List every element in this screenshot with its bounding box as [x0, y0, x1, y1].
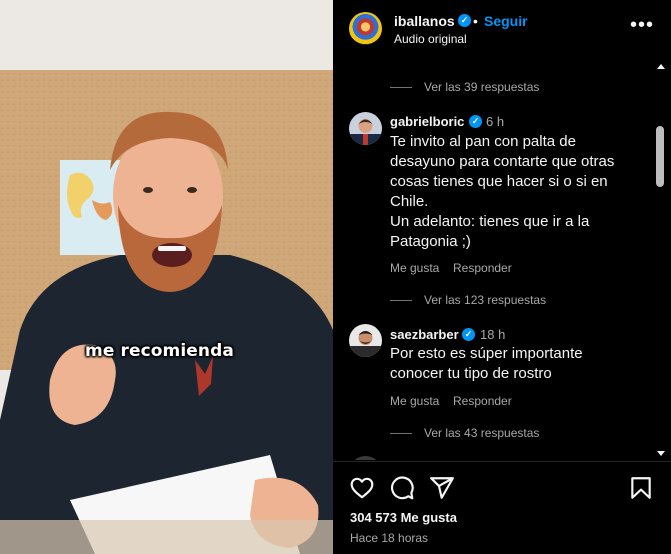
- comment-text: Por esto es súper importante conocer tu …: [390, 345, 583, 382]
- comments-list: Ver las 39 respuestas gabrielboric ✓ 6 h…: [333, 60, 671, 460]
- scrollbar-thumb[interactable]: [656, 126, 664, 187]
- comments-scrollbar[interactable]: [654, 60, 666, 460]
- video-frame-illustration: [0, 0, 333, 554]
- comment-like-button[interactable]: Me gusta: [390, 394, 439, 408]
- follow-button[interactable]: Seguir: [484, 13, 528, 29]
- post-timestamp[interactable]: Hace 18 horas: [350, 531, 428, 545]
- author-username[interactable]: iballanos: [394, 13, 455, 29]
- commenter-avatar[interactable]: [349, 456, 382, 460]
- avatar-photo: [349, 324, 382, 357]
- more-horizontal-icon[interactable]: •••: [630, 14, 654, 37]
- scroll-down-arrow-icon[interactable]: [657, 451, 665, 456]
- post-side-panel: iballanos ✓ • Seguir Audio original ••• …: [333, 0, 671, 554]
- comment-username[interactable]: saezbarber: [390, 327, 459, 342]
- commenter-avatar[interactable]: [349, 112, 382, 145]
- avatar-photo: [349, 112, 382, 145]
- comment-reply-button[interactable]: Responder: [453, 394, 512, 408]
- verified-badge-icon: ✓: [469, 115, 482, 128]
- audio-link[interactable]: Audio original: [394, 32, 467, 46]
- separator-dot: •: [473, 13, 478, 29]
- view-replies-link[interactable]: Ver las 39 respuestas: [424, 80, 539, 94]
- comment-time[interactable]: 6 h: [486, 114, 504, 129]
- comment-like-button[interactable]: Me gusta: [390, 261, 439, 275]
- video-caption: me recomienda: [85, 341, 234, 361]
- comment-time[interactable]: 18 h: [480, 327, 505, 342]
- replies-divider-line: [390, 433, 412, 434]
- post-actions-bar: [333, 470, 671, 506]
- commenter-avatar[interactable]: [349, 324, 382, 357]
- view-replies-link[interactable]: Ver las 43 respuestas: [424, 426, 539, 440]
- share-icon[interactable]: [429, 475, 455, 501]
- comment-icon[interactable]: [389, 475, 415, 501]
- post-header: iballanos ✓ • Seguir Audio original •••: [333, 0, 671, 60]
- comment-reply-button[interactable]: Responder: [453, 261, 512, 275]
- replies-divider-line: [390, 300, 412, 301]
- reel-video[interactable]: me recomienda: [0, 0, 333, 554]
- replies-divider-line: [390, 87, 412, 88]
- comment-text: Te invito al pan con palta de desayuno p…: [390, 133, 615, 250]
- likes-count[interactable]: 304 573 Me gusta: [350, 510, 457, 525]
- author-avatar[interactable]: [349, 12, 382, 45]
- view-replies-link[interactable]: Ver las 123 respuestas: [424, 293, 546, 307]
- verified-badge-icon: ✓: [458, 14, 471, 27]
- actions-divider: [333, 461, 671, 462]
- heart-icon[interactable]: [349, 475, 375, 501]
- verified-badge-icon: ✓: [462, 328, 475, 341]
- scroll-up-arrow-icon[interactable]: [657, 64, 665, 69]
- comment-username[interactable]: gabrielboric: [390, 114, 464, 129]
- bookmark-icon[interactable]: [628, 475, 654, 501]
